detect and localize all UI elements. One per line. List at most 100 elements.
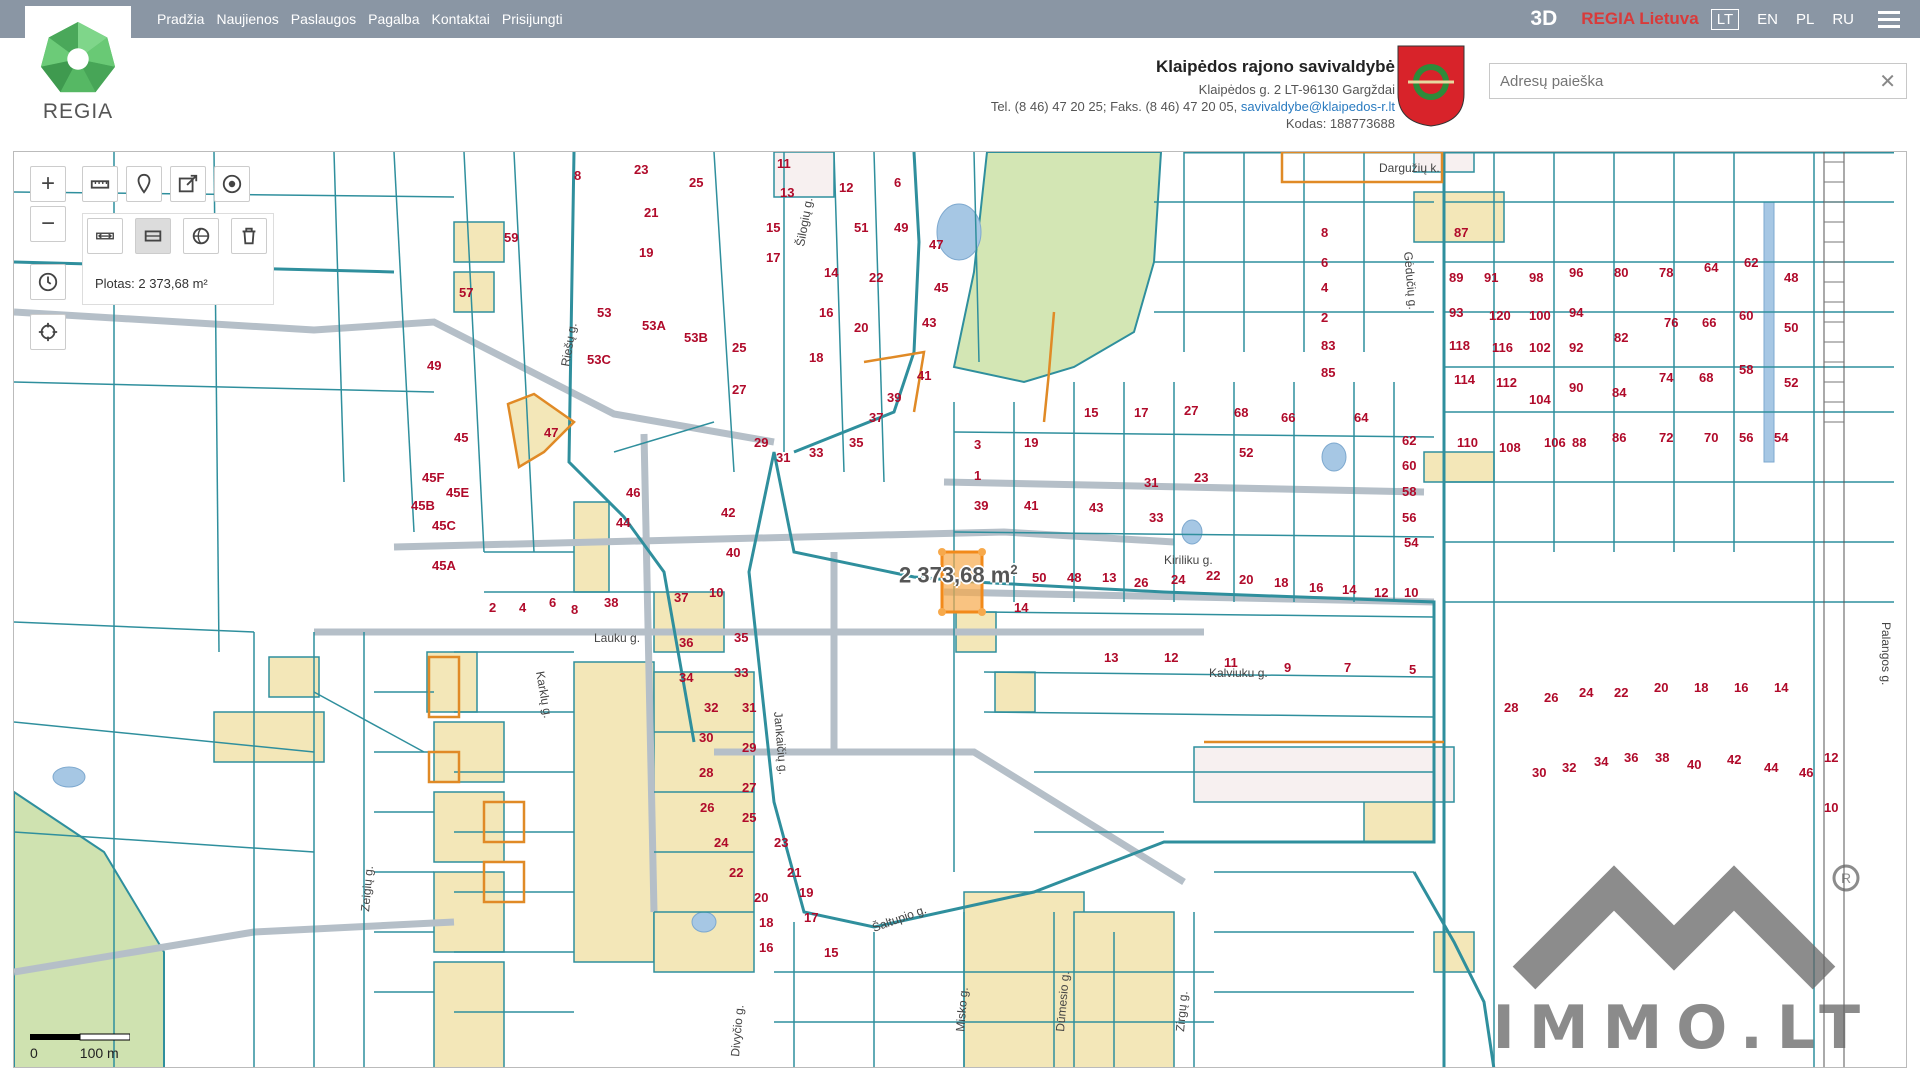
municipality-code: Kodas: 188773688 — [1285, 116, 1395, 131]
svg-text:28: 28 — [1504, 700, 1518, 715]
measure-distance-button[interactable] — [87, 218, 123, 254]
svg-text:93: 93 — [1449, 305, 1463, 320]
svg-text:25: 25 — [742, 810, 756, 825]
svg-text:90: 90 — [1569, 380, 1583, 395]
svg-text:44: 44 — [616, 515, 631, 530]
svg-text:40: 40 — [1687, 757, 1701, 772]
svg-text:112: 112 — [1496, 375, 1517, 390]
clear-measure-button[interactable] — [231, 218, 267, 254]
svg-text:6: 6 — [894, 175, 901, 190]
svg-text:28: 28 — [699, 765, 713, 780]
nav-link-services[interactable]: Paslaugos — [291, 11, 356, 27]
language-lt[interactable]: LT — [1710, 8, 1740, 30]
svg-text:1: 1 — [974, 468, 981, 483]
svg-text:64: 64 — [1354, 410, 1369, 425]
svg-text:19: 19 — [639, 245, 653, 260]
measure-tool-button[interactable] — [82, 166, 118, 202]
svg-text:25: 25 — [732, 340, 746, 355]
nav-link-news[interactable]: Naujienos — [216, 11, 278, 27]
zoom-out-button[interactable]: − — [30, 206, 66, 242]
svg-text:38: 38 — [1655, 750, 1669, 765]
svg-text:36: 36 — [1624, 750, 1638, 765]
svg-text:96: 96 — [1569, 265, 1583, 280]
svg-text:74: 74 — [1659, 370, 1674, 385]
svg-text:58: 58 — [1402, 484, 1416, 499]
svg-text:39: 39 — [887, 390, 901, 405]
svg-text:84: 84 — [1612, 385, 1627, 400]
svg-text:13: 13 — [780, 185, 794, 200]
municipality-title: Klaipėdos rajono savivaldybė — [1155, 57, 1395, 76]
svg-text:14: 14 — [824, 265, 839, 280]
svg-text:14: 14 — [1774, 680, 1789, 695]
svg-text:53B: 53B — [684, 330, 708, 345]
municipality-email[interactable]: savivaldybe@klaipedos-r.lt — [1241, 99, 1395, 114]
svg-text:68: 68 — [1699, 370, 1713, 385]
svg-text:34: 34 — [679, 670, 694, 685]
svg-text:26: 26 — [700, 800, 714, 815]
svg-text:22: 22 — [1614, 685, 1628, 700]
svg-text:12: 12 — [839, 180, 853, 195]
svg-text:12: 12 — [1824, 750, 1838, 765]
measure-area-button[interactable] — [135, 218, 171, 254]
svg-text:110: 110 — [1457, 435, 1478, 450]
nav-link-home[interactable]: Pradžia — [157, 11, 204, 27]
svg-text:23: 23 — [774, 835, 788, 850]
measure-circle-button[interactable] — [183, 218, 219, 254]
svg-text:3: 3 — [974, 437, 981, 452]
language-en[interactable]: EN — [1757, 11, 1778, 28]
svg-text:49: 49 — [427, 358, 441, 373]
language-ru[interactable]: RU — [1832, 11, 1854, 28]
immo-watermark: R IMMO.LT — [1493, 858, 1884, 1063]
svg-text:24: 24 — [1171, 572, 1186, 587]
regia-logo[interactable]: REGIA — [25, 6, 131, 126]
svg-text:39: 39 — [974, 498, 988, 513]
svg-text:47: 47 — [929, 237, 943, 252]
crosshair-icon — [38, 322, 58, 342]
svg-text:21: 21 — [787, 865, 801, 880]
svg-text:52: 52 — [1784, 375, 1798, 390]
svg-text:38: 38 — [604, 595, 618, 610]
svg-text:16: 16 — [819, 305, 833, 320]
3d-button[interactable]: 3D — [1530, 7, 1557, 31]
share-button[interactable] — [170, 166, 206, 202]
svg-text:15: 15 — [1084, 405, 1098, 420]
svg-text:4: 4 — [1321, 280, 1329, 295]
svg-text:15: 15 — [824, 945, 838, 960]
regia-lietuva-link[interactable]: REGIA Lietuva — [1581, 9, 1698, 29]
nav-link-contacts[interactable]: Kontaktai — [432, 11, 490, 27]
svg-text:33: 33 — [809, 445, 823, 460]
svg-text:27: 27 — [732, 382, 746, 397]
svg-text:14: 14 — [1014, 600, 1029, 615]
cadastral-map[interactable]: Lauku g. Karklų g. Jankaičių g. Kiriliku… — [13, 151, 1907, 1068]
svg-text:89: 89 — [1449, 270, 1463, 285]
svg-text:16: 16 — [1734, 680, 1748, 695]
nav-link-help[interactable]: Pagalba — [368, 11, 419, 27]
svg-text:20: 20 — [854, 320, 868, 335]
menu-icon[interactable] — [1878, 7, 1900, 32]
svg-text:116: 116 — [1492, 340, 1513, 355]
svg-text:24: 24 — [1579, 685, 1594, 700]
layers-button[interactable] — [214, 166, 250, 202]
history-button[interactable] — [30, 264, 66, 300]
svg-text:45: 45 — [934, 280, 948, 295]
zoom-in-button[interactable]: + — [30, 166, 66, 202]
clear-search-icon[interactable]: ✕ — [1879, 69, 1896, 94]
svg-text:45B: 45B — [411, 498, 435, 513]
svg-text:18: 18 — [1694, 680, 1708, 695]
svg-text:31: 31 — [742, 700, 756, 715]
svg-text:54: 54 — [1774, 430, 1789, 445]
svg-text:62: 62 — [1744, 255, 1758, 270]
svg-text:33: 33 — [734, 665, 748, 680]
address-search-input[interactable] — [1490, 64, 1880, 98]
locate-button[interactable] — [30, 314, 66, 350]
pin-tool-button[interactable] — [126, 166, 162, 202]
svg-text:30: 30 — [1532, 765, 1546, 780]
svg-text:35: 35 — [734, 630, 748, 645]
svg-text:87: 87 — [1454, 225, 1468, 240]
language-pl[interactable]: PL — [1796, 11, 1814, 28]
svg-text:56: 56 — [1739, 430, 1753, 445]
nav-link-login[interactable]: Prisijungti — [502, 11, 563, 27]
svg-text:11: 11 — [777, 156, 791, 171]
svg-text:46: 46 — [626, 485, 640, 500]
svg-text:86: 86 — [1612, 430, 1626, 445]
